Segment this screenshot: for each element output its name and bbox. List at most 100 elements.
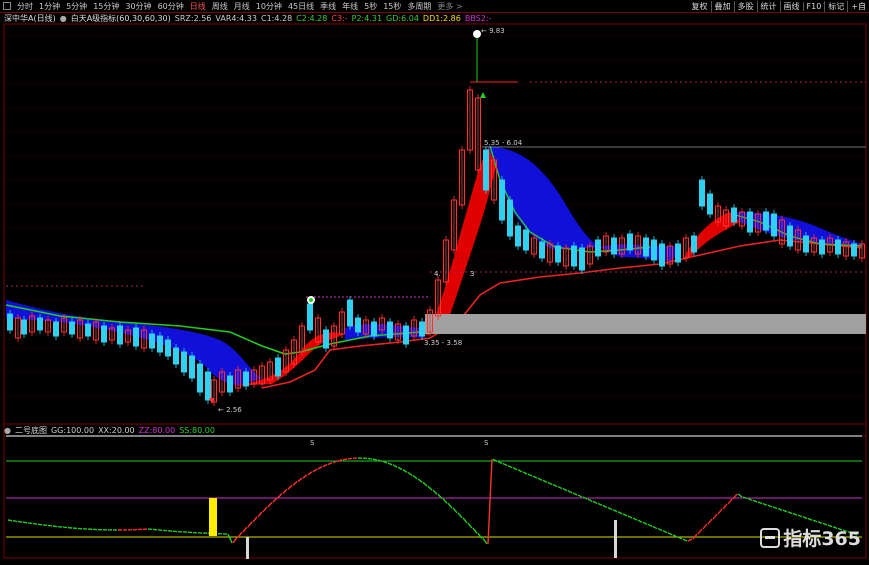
candle [571,245,577,267]
oscillator-segment [382,460,388,464]
oscillator-segment [57,525,63,528]
oscillator-segment [297,477,303,483]
oscillator-segment [392,464,398,468]
oscillator-segment [522,471,528,475]
candle [763,211,769,231]
oscillator-segment [507,464,513,469]
oscillator-segment [367,457,373,460]
oscillator-segment [622,513,628,517]
candle [515,225,521,247]
oscillator-segment [247,521,253,528]
yellow-signal-bar [209,498,217,536]
candle [835,239,841,255]
oscillator-segment [752,499,758,503]
candle [419,321,425,337]
candle [651,239,657,261]
oscillator-segment [262,506,268,513]
peak-marker [473,30,481,38]
oscillator-segment [412,474,418,480]
oscillator-segment [232,537,238,544]
oscillator-segment [702,523,708,530]
oscillator-segment [427,485,433,491]
oscillator-segment [637,519,643,523]
white-signal-bar [246,537,249,559]
candle [731,207,737,223]
sub-panel-frame [3,423,867,559]
oscillator-segment [717,508,723,515]
oscillator-segment [302,474,308,479]
oscillator-segment [662,530,668,534]
candle [579,247,585,271]
oscillator-segment [402,469,408,473]
low-price-label: ← 2.56 [218,406,242,414]
candle [819,239,825,255]
candle [347,299,353,327]
oscillator-segment [52,525,58,528]
oscillator-segment [17,520,23,523]
candle [707,193,713,215]
candle [101,325,107,343]
oscillator-segment [462,517,468,524]
oscillator-segment [782,509,788,513]
oscillator-segment [327,462,333,466]
oscillator-segment [12,520,18,523]
oscillator-segment [567,490,573,494]
oscillator-segment [687,538,693,542]
oscillator-segment [487,459,493,544]
oscillator-segment [7,519,13,522]
candle [275,357,281,377]
oscillator-segment [317,466,323,470]
oscillator-segment [632,517,638,521]
oscillator-segment [422,481,428,487]
candle [643,237,649,257]
oscillator-segment [647,523,653,528]
oscillator-segment [502,462,508,467]
oscillator-segment [737,493,743,498]
oscillator-segment [537,477,543,481]
oscillator-segment [542,479,548,483]
candle [243,371,249,387]
oscillator-segment [527,473,533,477]
oscillator-segment [282,488,288,494]
candle [803,235,809,253]
oscillator-segment [242,526,248,533]
candle [555,245,561,263]
kline-chart[interactable]: ← 9.83 ← 2.56 5.35 - 6.04 3.35 - 3.58 4. 3 S S [0,0,869,565]
watermark: 指标365 [760,524,861,551]
candle [659,243,665,267]
signal-marker [309,298,313,302]
oscillator-segment [802,516,808,520]
oscillator-segment [467,522,473,529]
high-price-label: ← 9.83 [481,27,505,35]
oscillator-segment [757,501,763,505]
oscillator-segment [777,507,783,511]
candle [371,321,377,337]
candle [675,243,681,263]
white-signal-bar [614,520,617,558]
oscillator-segment [372,458,378,461]
candle [355,317,361,333]
watermark-text: 指标365 [783,528,861,550]
oscillator-segment [787,511,793,515]
oscillator-segment [657,527,663,532]
oscillator-segment [667,532,673,536]
oscillator-segment [547,481,553,486]
oscillator-segment [442,498,448,504]
oscillator-segment [587,498,593,502]
candle [307,303,313,331]
candle [173,347,179,365]
oscillator-segment [652,525,658,530]
candle [499,179,505,221]
oscillator-segment [712,513,718,520]
oscillator-segment [27,522,33,525]
candle [507,199,513,237]
brand-logo-icon [760,527,781,548]
candle [595,239,601,257]
oscillator-segment [517,469,523,473]
candle [747,211,753,233]
candle [523,229,529,251]
oscillator-segment [812,519,818,523]
candle [197,363,203,393]
oscillator-segment [227,533,233,544]
oscillator-segment [772,506,778,510]
